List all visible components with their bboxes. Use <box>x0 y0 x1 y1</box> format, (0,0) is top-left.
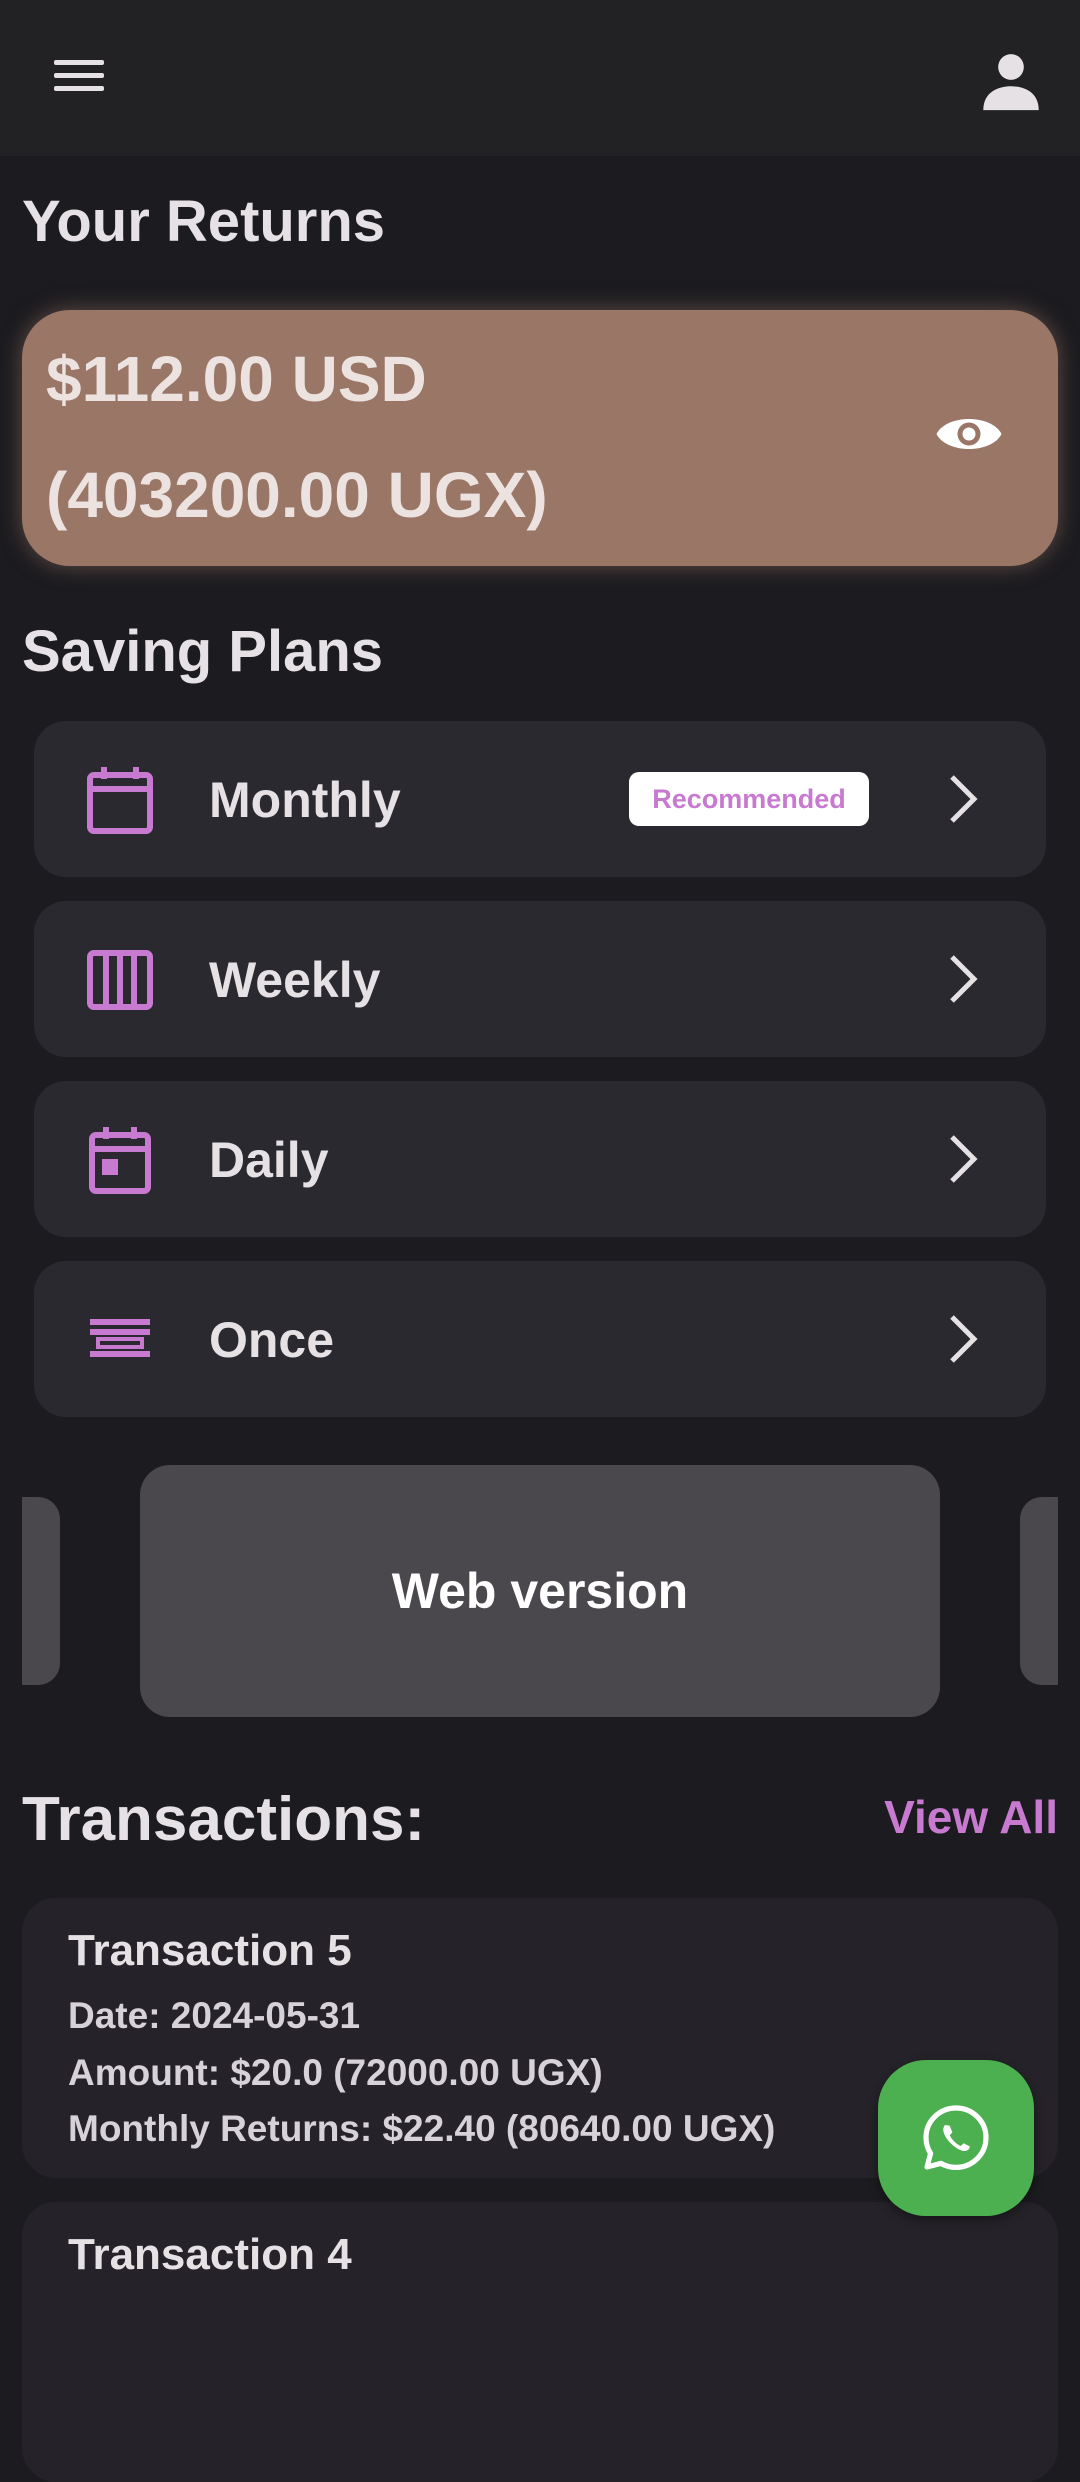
calendar-month-icon <box>84 763 156 835</box>
transaction-returns: Monthly Returns: $22.40 (80640.00 UGX) <box>68 2108 776 2149</box>
saving-plans-title: Saving Plans <box>22 619 384 684</box>
whatsapp-fab[interactable] <box>878 2060 1034 2216</box>
transaction-amount: Amount: $20.0 (72000.00 UGX) <box>68 2052 603 2093</box>
transaction-title: Transaction 4 <box>68 2230 352 2279</box>
transactions-title: Transactions: <box>22 1785 426 1854</box>
account-icon[interactable] <box>976 46 1046 116</box>
list-icon <box>84 1303 156 1375</box>
web-version-label: Web version <box>391 1563 689 1619</box>
plan-label: Once <box>209 1312 335 1368</box>
transaction-date: Date: 2024-05-31 <box>68 1995 361 2036</box>
returns-usd: $112.00 USD <box>46 343 427 415</box>
whatsapp-icon <box>923 2105 989 2170</box>
transaction-title: Transaction 5 <box>68 1926 352 1975</box>
plan-label: Daily <box>209 1132 329 1188</box>
carousel-prev-card[interactable] <box>22 1497 60 1685</box>
plan-label: Weekly <box>209 952 381 1008</box>
view-all-link[interactable]: View All <box>884 1790 1058 1844</box>
plan-label: Monthly <box>209 772 401 828</box>
chevron-right-icon <box>934 1311 990 1367</box>
top-app-bar <box>0 0 1080 156</box>
returns-ugx: (403200.00 UGX) <box>46 459 548 531</box>
calendar-day-icon <box>84 1123 156 1195</box>
carousel-next-card[interactable] <box>1020 1497 1058 1685</box>
plan-daily[interactable]: Daily <box>34 1081 1046 1237</box>
returns-card: $112.00 USD (403200.00 UGX) <box>22 310 1058 566</box>
menu-icon[interactable] <box>48 52 110 104</box>
calendar-week-icon <box>84 943 156 1015</box>
plan-once[interactable]: Once <box>34 1261 1046 1417</box>
chevron-right-icon <box>934 771 990 827</box>
web-version-card[interactable]: Web version <box>140 1465 940 1717</box>
plan-monthly[interactable]: Monthly Recommended <box>34 721 1046 877</box>
returns-title: Your Returns <box>22 189 386 254</box>
transaction-card[interactable]: Transaction 4 <box>22 2202 1058 2482</box>
recommended-badge: Recommended <box>629 772 869 826</box>
eye-icon[interactable] <box>934 406 1004 462</box>
chevron-right-icon <box>934 951 990 1007</box>
plan-weekly[interactable]: Weekly <box>34 901 1046 1057</box>
chevron-right-icon <box>934 1131 990 1187</box>
